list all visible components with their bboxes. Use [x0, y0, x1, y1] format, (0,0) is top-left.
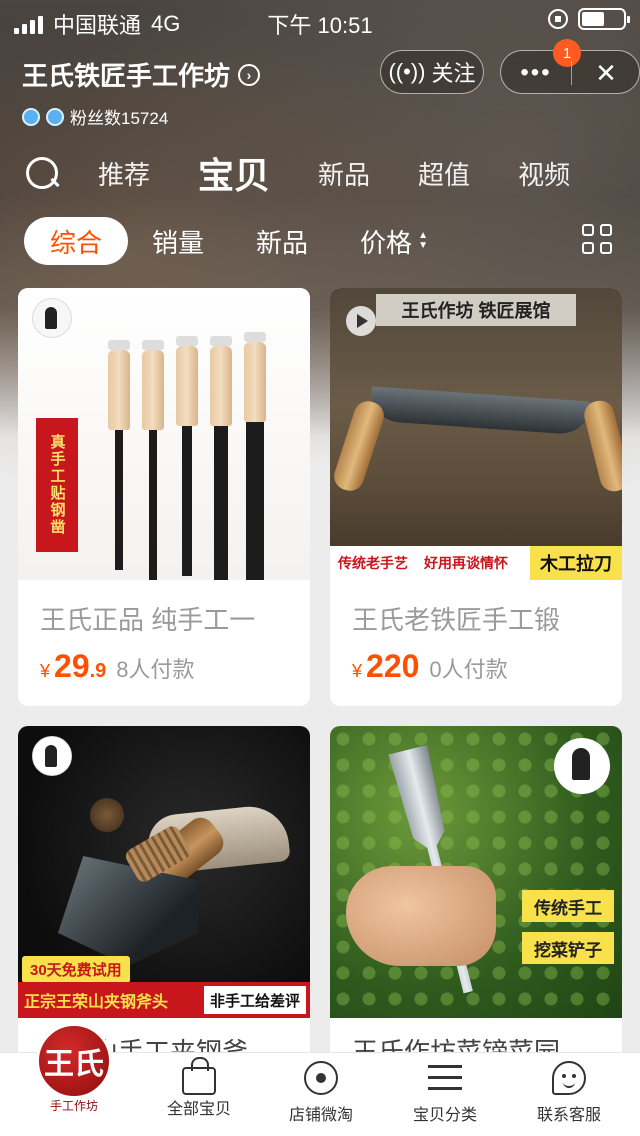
price-row: ¥ 29 .9 8人付款 — [40, 648, 195, 685]
grid-view-icon[interactable] — [582, 224, 614, 256]
nav-categories[interactable]: 宝贝分类 — [390, 1061, 500, 1133]
fans-row: 粉丝数15724 — [22, 104, 168, 129]
mini-program-capsule: ••• 1 ✕ — [500, 39, 640, 95]
shop-home-logo[interactable]: 王氏 手工作坊 — [36, 1023, 112, 1135]
sort-arrows-icon: ▲ ▼ — [418, 230, 428, 251]
battery-icon — [578, 8, 630, 30]
image-banner: 王氏作坊 铁匠展馆 — [376, 294, 576, 326]
price-decimal: .9 — [89, 660, 107, 682]
product-card[interactable]: 王氏作坊 铁匠展馆 传统老手艺 好用再谈情怀 木工拉刀 王氏老铁匠手工锻 ¥ 2… — [330, 288, 622, 706]
filter-price-label: 价格 — [360, 227, 413, 258]
product-title: 王氏正品 纯手工一 — [40, 605, 256, 635]
image-label: 真手工贴钢凿 — [36, 418, 78, 552]
image-tag: 挖菜铲子 — [522, 932, 614, 964]
promo-text: 传统老手艺 — [338, 555, 408, 571]
tab-new[interactable]: 新品 — [318, 155, 370, 192]
blacksmith-logo-icon — [32, 736, 72, 776]
chevron-right-icon: › — [238, 63, 261, 86]
broadcast-icon: ((•)) — [388, 59, 426, 84]
nav-all-products[interactable]: 全部宝贝 — [144, 1057, 254, 1133]
crown-icon — [46, 107, 64, 126]
sort-filters: 综合 销量 新品 价格 ▲ ▼ — [24, 216, 614, 266]
promo-text: 好用再谈情怀 — [424, 555, 508, 571]
clock: 下午 10:51 — [267, 13, 373, 38]
rotation-lock-icon — [548, 9, 568, 29]
status-bar: 中国联通 4G 下午 10:51 — [0, 0, 640, 40]
filter-price[interactable]: 价格 ▲ ▼ — [360, 223, 428, 260]
tab-deals[interactable]: 超值 — [418, 155, 470, 192]
broadcast-icon — [304, 1061, 338, 1095]
bottom-nav: 王氏 手工作坊 全部宝贝 店铺微淘 宝贝分类 联系客服 — [0, 1023, 640, 1136]
shopping-bag-icon — [182, 1057, 216, 1095]
more-dots-icon: ••• — [520, 59, 552, 86]
sold-count: 8人付款 — [116, 657, 195, 682]
image-promo-strip: 传统老手艺 好用再谈情怀 木工拉刀 — [330, 546, 622, 580]
shop-name-link[interactable]: 王氏铁匠手工作坊 › — [22, 56, 261, 93]
nav-label: 全部宝贝 — [166, 1101, 231, 1118]
filter-new[interactable]: 新品 — [256, 223, 308, 260]
follow-button[interactable]: ((•)) 关注 — [380, 50, 484, 94]
shop-bar: 王氏铁匠手工作坊 › ((•)) 关注 ••• 1 ✕ — [22, 39, 640, 94]
tab-products[interactable]: 宝贝 — [198, 147, 270, 199]
search-icon[interactable] — [24, 155, 60, 191]
trial-tag: 30天免费试用 — [22, 956, 130, 983]
close-button[interactable]: ✕ — [571, 51, 640, 95]
image-tag: 传统手工 — [522, 890, 614, 922]
blacksmith-logo-icon — [32, 298, 72, 338]
blacksmith-logo-icon — [554, 738, 610, 794]
close-icon: ✕ — [595, 57, 617, 88]
filter-overall[interactable]: 综合 — [24, 217, 129, 265]
nav-customer-service[interactable]: 联系客服 — [514, 1061, 624, 1133]
shop-tabs: 推荐 宝贝 新品 超值 视频 — [24, 148, 616, 198]
shop-logo: 王氏 — [36, 1023, 112, 1099]
currency-symbol: ¥ — [352, 661, 363, 681]
product-image: 王氏作坊 铁匠展馆 传统老手艺 好用再谈情怀 木工拉刀 — [330, 288, 622, 580]
filter-sales[interactable]: 销量 — [152, 223, 204, 260]
fans-count: 粉丝数15724 — [70, 109, 169, 128]
price-integer: 220 — [366, 648, 420, 684]
product-image: 真手工贴钢凿 — [18, 288, 310, 580]
promo-product-type: 木工拉刀 — [530, 546, 622, 580]
price-integer: 29 — [54, 648, 90, 684]
shop-logo-caption: 手工作坊 — [49, 1099, 98, 1113]
follow-label: 关注 — [431, 61, 476, 86]
chat-face-icon — [552, 1061, 586, 1095]
price-row: ¥ 220 0人付款 — [352, 648, 508, 685]
promo-text: 非手工给差评 — [203, 986, 306, 1014]
product-image: 传统手工 挖菜铲子 — [330, 726, 622, 1018]
sold-count: 0人付款 — [429, 657, 508, 682]
product-title: 王氏老铁匠手工锻 — [352, 605, 561, 635]
crown-icon — [22, 107, 40, 126]
play-icon — [346, 306, 376, 336]
nav-label: 联系客服 — [536, 1107, 601, 1124]
product-image: 30天免费试用 正宗王荣山夹钢斧头 非手工给差评 — [18, 726, 310, 1018]
list-icon — [428, 1061, 462, 1095]
promo-text: 正宗王荣山夹钢斧头 — [24, 994, 169, 1011]
product-card[interactable]: 真手工贴钢凿 王氏正品 纯手工一 ¥ 29 .9 8人付款 — [18, 288, 310, 706]
shop-name: 王氏铁匠手工作坊 — [22, 61, 231, 91]
nav-label: 店铺微淘 — [288, 1107, 353, 1124]
tab-recommend[interactable]: 推荐 — [98, 155, 150, 192]
tab-videos[interactable]: 视频 — [518, 155, 570, 192]
image-promo-strip: 正宗王荣山夹钢斧头 非手工给差评 — [18, 982, 310, 1018]
currency-symbol: ¥ — [40, 661, 51, 681]
nav-shop-feed[interactable]: 店铺微淘 — [266, 1061, 376, 1133]
nav-label: 宝贝分类 — [412, 1107, 477, 1124]
